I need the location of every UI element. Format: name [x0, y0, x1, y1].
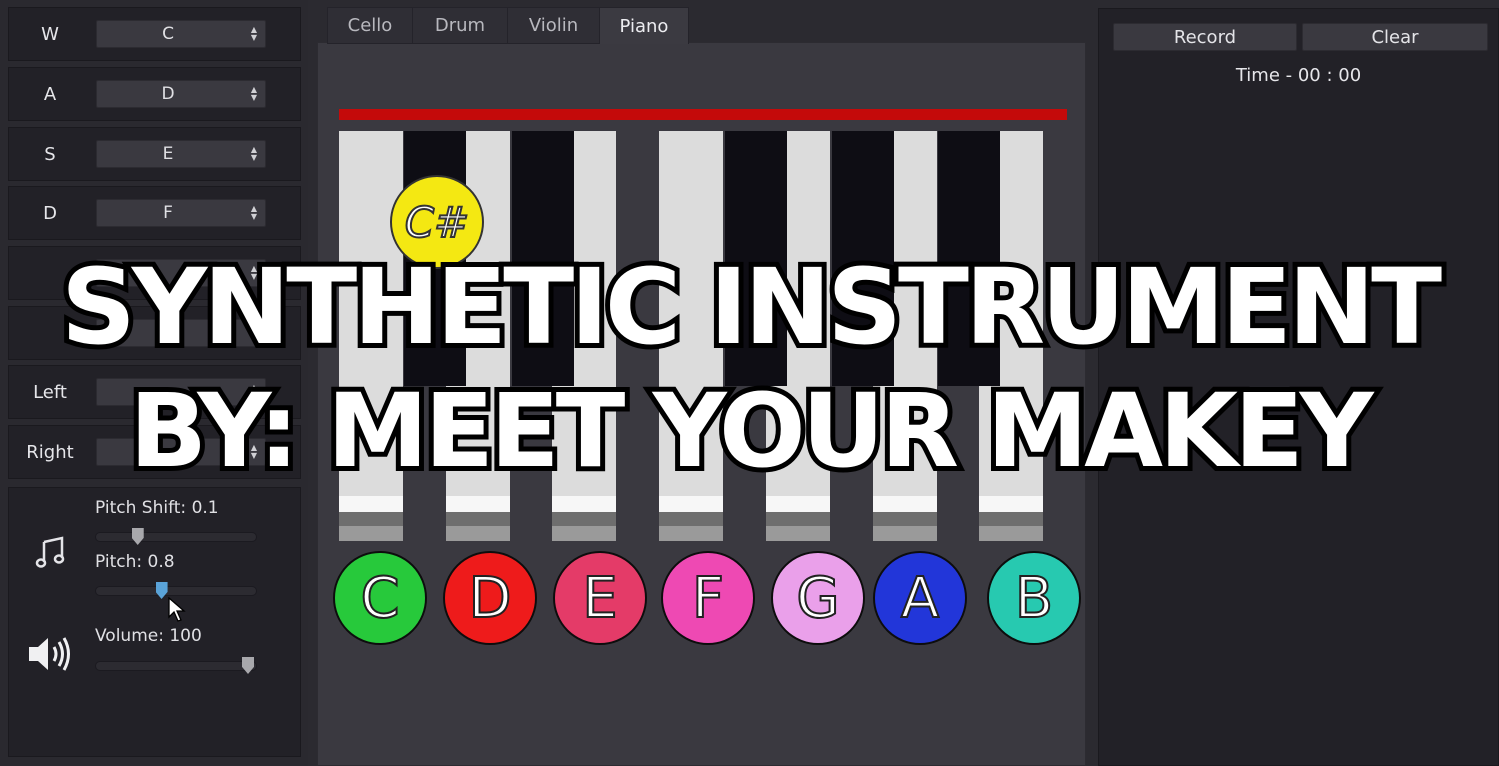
note-select-value: C — [162, 24, 174, 44]
key-mapping-row: W C ▲ ▼ — [8, 7, 301, 61]
key-stripe — [766, 496, 830, 512]
note-select[interactable]: F ▲ ▼ — [96, 199, 266, 227]
note-select-value: E — [162, 144, 174, 164]
note-button-c[interactable]: C — [333, 551, 427, 645]
key-stripe — [659, 512, 723, 526]
key-stripe — [552, 526, 616, 541]
music-note-icon — [33, 534, 69, 570]
note-select-value: F — [163, 203, 173, 223]
updown-arrows-icon: ▲ ▼ — [250, 25, 258, 42]
pitch-label: Pitch: 0.8 — [95, 552, 175, 572]
key-stripe — [446, 496, 510, 512]
key-stripe — [873, 512, 937, 526]
note-button-a[interactable]: A — [873, 551, 967, 645]
key-mapping-row: A D ▲ ▼ — [8, 67, 301, 121]
sound-controls: Pitch Shift: 0.1 Pitch: 0.8 Volume: 100 — [8, 487, 301, 757]
updown-arrows-icon: ▲ ▼ — [250, 145, 258, 162]
note-button-d[interactable]: D — [443, 551, 537, 645]
key-stripe — [873, 526, 937, 541]
pitch-shift-label: Pitch Shift: 0.1 — [95, 498, 219, 518]
tab-cello[interactable]: Cello — [327, 7, 413, 44]
key-stripe — [446, 526, 510, 541]
note-button-g[interactable]: G — [771, 551, 865, 645]
key-stripe — [446, 512, 510, 526]
key-label: W — [41, 23, 59, 45]
key-stripe — [552, 512, 616, 526]
key-label: D — [43, 202, 57, 224]
note-button-e[interactable]: E — [553, 551, 647, 645]
speaker-icon — [27, 634, 73, 674]
overlay-title-line1: SYNTHETIC INSTRUMENT — [56, 241, 1447, 373]
note-button-f[interactable]: F — [661, 551, 755, 645]
tab-drum[interactable]: Drum — [412, 7, 508, 44]
tab-piano[interactable]: Piano — [599, 7, 689, 44]
overlay-title-line2: BY: MEET YOUR MAKEY — [124, 367, 1378, 496]
record-time-label: Time - 00 : 00 — [1235, 65, 1362, 86]
key-stripe — [873, 496, 937, 512]
key-label: A — [43, 83, 57, 105]
key-stripe — [552, 496, 616, 512]
note-select[interactable]: E ▲ ▼ — [96, 140, 266, 168]
key-stripe — [979, 512, 1043, 526]
pitch-shift-slider-grabber[interactable] — [131, 528, 144, 545]
key-stripe — [766, 512, 830, 526]
record-button[interactable]: Record — [1113, 23, 1297, 51]
note-select-value: D — [161, 84, 175, 104]
tab-violin[interactable]: Violin — [507, 7, 600, 44]
pitch-shift-slider[interactable] — [95, 528, 257, 545]
pitch-slider-grabber[interactable] — [155, 582, 168, 599]
key-stripe — [339, 526, 403, 541]
volume-slider-grabber[interactable] — [242, 657, 254, 674]
key-stripe — [339, 512, 403, 526]
note-select[interactable]: D ▲ ▼ — [96, 80, 266, 108]
key-stripe — [766, 526, 830, 541]
note-select[interactable]: C ▲ ▼ — [96, 20, 266, 48]
key-stripe — [979, 496, 1043, 512]
key-label: S — [44, 143, 56, 165]
clear-button[interactable]: Clear — [1302, 23, 1488, 51]
key-stripe — [979, 526, 1043, 541]
volume-label: Volume: 100 — [95, 626, 202, 646]
pitch-slider[interactable] — [95, 582, 257, 599]
piano-top-bar — [339, 109, 1067, 120]
key-stripe — [659, 526, 723, 541]
key-mapping-row: S E ▲ ▼ — [8, 127, 301, 181]
key-mapping-row: D F ▲ ▼ — [8, 186, 301, 240]
key-stripe — [659, 496, 723, 512]
updown-arrows-icon: ▲ ▼ — [250, 85, 258, 102]
mouse-cursor-icon — [168, 597, 186, 622]
key-stripe — [339, 496, 403, 512]
updown-arrows-icon: ▲ ▼ — [250, 204, 258, 221]
note-button-b[interactable]: B — [987, 551, 1081, 645]
volume-slider[interactable] — [95, 657, 257, 674]
